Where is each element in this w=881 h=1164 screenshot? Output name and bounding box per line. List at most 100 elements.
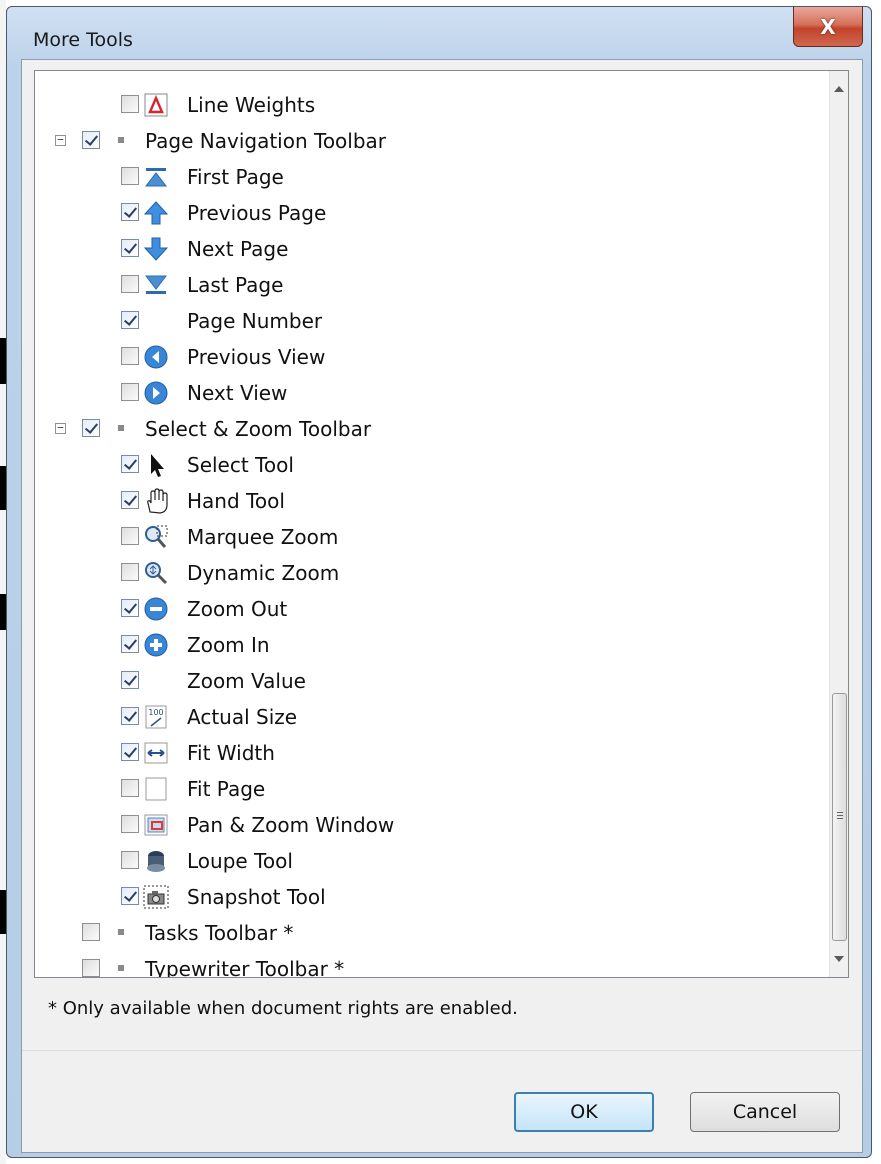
tree-item-label: Typewriter Toolbar * [145, 957, 345, 978]
tree-item-label: Hand Tool [187, 489, 285, 513]
dialog-client-area: Line Weights − Page Navigation Toolbar Firs… [21, 59, 863, 1153]
tree-item[interactable]: Fit Page [35, 771, 829, 807]
marquee-zoom-icon [143, 524, 169, 550]
tree-item-label: Select Tool [187, 453, 294, 477]
previous-view-icon [143, 344, 169, 370]
tool-checkbox[interactable] [121, 743, 139, 761]
close-icon: X [820, 14, 836, 39]
tree-item-label: Loupe Tool [187, 849, 293, 873]
tree-item-label: Zoom Out [187, 597, 288, 621]
fit-page-icon [143, 776, 169, 802]
collapse-toggle-icon[interactable]: − [55, 422, 66, 434]
toolbar-bullet-icon [118, 425, 124, 431]
scroll-up-arrow-icon[interactable] [834, 86, 844, 92]
tool-checkbox[interactable] [121, 203, 139, 221]
more-tools-dialog: More Tools X Line Weights − Page Navigatio… [6, 6, 872, 1158]
tool-checkbox[interactable] [121, 455, 139, 473]
toolbar-bullet-icon [118, 137, 124, 143]
tool-checkbox[interactable] [121, 851, 139, 869]
tree-item[interactable]: Tasks Toolbar * [35, 915, 829, 951]
select-arrow-icon [143, 452, 169, 478]
tree-item[interactable]: Select Tool [35, 447, 829, 483]
tool-checkbox[interactable] [82, 131, 100, 149]
zoom-in-icon [143, 632, 169, 658]
tree-item[interactable]: Marquee Zoom [35, 519, 829, 555]
grip-line [837, 812, 843, 813]
tree-item[interactable]: Next View [35, 375, 829, 411]
tree-item[interactable]: 100 Actual Size [35, 699, 829, 735]
tree-item-label: Zoom Value [187, 669, 306, 693]
tool-checkbox[interactable] [121, 563, 139, 581]
tool-checkbox[interactable] [121, 887, 139, 905]
tree-item[interactable]: Last Page [35, 267, 829, 303]
tree-item[interactable]: Next Page [35, 231, 829, 267]
tree-item-label: Previous View [187, 345, 326, 369]
zoom-out-icon [143, 596, 169, 622]
tree-item[interactable]: Zoom Out [35, 591, 829, 627]
tree-item-label: Line Weights [187, 93, 316, 117]
tool-checkbox[interactable] [121, 239, 139, 257]
tree-item[interactable]: Snapshot Tool [35, 879, 829, 915]
tree-item[interactable]: Dynamic Zoom [35, 555, 829, 591]
snapshot-camera-icon [143, 884, 169, 910]
last-page-icon [143, 272, 169, 298]
tree-item-label: Previous Page [187, 201, 327, 225]
tree-item[interactable]: Typewriter Toolbar * [35, 951, 829, 978]
tool-checkbox[interactable] [121, 275, 139, 293]
tool-checkbox[interactable] [82, 419, 100, 437]
close-button[interactable]: X [793, 7, 863, 47]
tree-item[interactable]: Previous Page [35, 195, 829, 231]
tree-item-label: Next Page [187, 237, 289, 261]
tree-item[interactable]: Fit Width [35, 735, 829, 771]
tree-item[interactable]: − Select & Zoom Toolbar [35, 411, 829, 447]
dynamic-zoom-icon [143, 560, 169, 586]
tree-item-label: Page Number [187, 309, 323, 333]
tree-item-label: Zoom In [187, 633, 270, 657]
tree-item[interactable]: Zoom Value [35, 663, 829, 699]
tree-item-label: Fit Page [187, 777, 266, 801]
tool-checkbox[interactable] [121, 527, 139, 545]
tool-checkbox[interactable] [121, 347, 139, 365]
tool-checkbox[interactable] [121, 815, 139, 833]
first-page-icon [143, 164, 169, 190]
tool-checkbox[interactable] [121, 599, 139, 617]
title-bar[interactable]: More Tools X [7, 7, 871, 63]
tree-item[interactable]: Previous View [35, 339, 829, 375]
tool-checkbox[interactable] [121, 491, 139, 509]
pan-zoom-window-icon [143, 812, 169, 838]
tools-tree: Line Weights − Page Navigation Toolbar Firs… [35, 71, 829, 977]
tool-checkbox[interactable] [121, 383, 139, 401]
tree-item[interactable]: Pan & Zoom Window [35, 807, 829, 843]
tree-item[interactable]: Zoom In [35, 627, 829, 663]
tree-item-label: Marquee Zoom [187, 525, 339, 549]
tree-item[interactable]: Page Number [35, 303, 829, 339]
next-page-icon [143, 236, 169, 262]
tree-item[interactable]: First Page [35, 159, 829, 195]
tool-checkbox[interactable] [121, 707, 139, 725]
tool-checkbox[interactable] [121, 635, 139, 653]
dialog-title: More Tools [33, 29, 133, 51]
tree-item[interactable]: Line Weights [35, 87, 829, 123]
tool-checkbox[interactable] [121, 779, 139, 797]
tree-item[interactable]: Loupe Tool [35, 843, 829, 879]
tree-item-label: Pan & Zoom Window [187, 813, 395, 837]
tree-item-label: Last Page [187, 273, 284, 297]
tool-checkbox[interactable] [82, 959, 100, 977]
collapse-toggle-icon[interactable]: − [55, 134, 66, 146]
toolbar-bullet-icon [118, 965, 124, 971]
scroll-down-arrow-icon[interactable] [834, 956, 844, 962]
next-view-icon [143, 380, 169, 406]
tree-item[interactable]: Hand Tool [35, 483, 829, 519]
tool-checkbox[interactable] [121, 671, 139, 689]
tree-item-label: Select & Zoom Toolbar [145, 417, 372, 441]
scrollbar-thumb[interactable] [832, 693, 847, 941]
vertical-scrollbar[interactable] [829, 71, 848, 977]
previous-page-icon [143, 200, 169, 226]
tool-checkbox[interactable] [121, 167, 139, 185]
tool-checkbox[interactable] [82, 923, 100, 941]
ok-button[interactable]: OK [514, 1092, 654, 1132]
tool-checkbox[interactable] [121, 311, 139, 329]
cancel-button[interactable]: Cancel [690, 1092, 840, 1132]
tool-checkbox[interactable] [121, 95, 139, 113]
tree-item[interactable]: − Page Navigation Toolbar [35, 123, 829, 159]
